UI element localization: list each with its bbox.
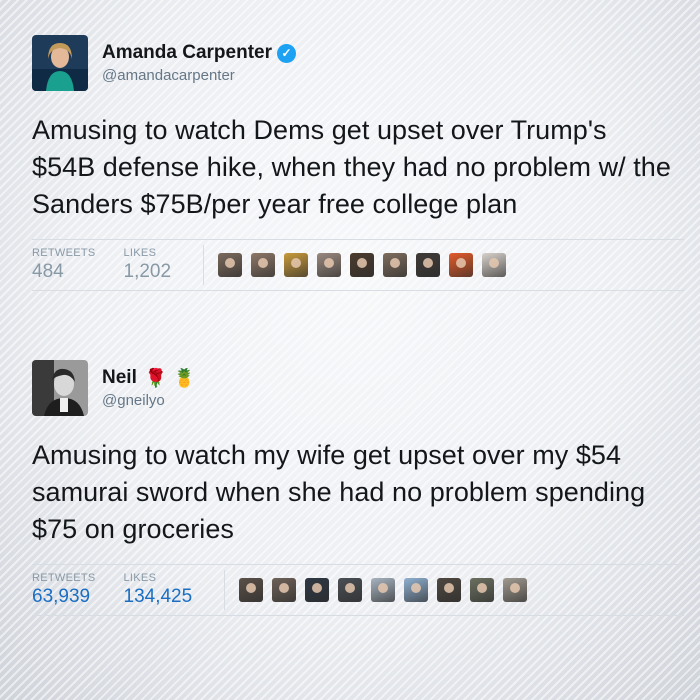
retweets-count: 63,939	[32, 586, 91, 607]
likers-avatars	[218, 253, 515, 277]
liker-avatar[interactable]	[482, 253, 507, 277]
avatar[interactable]	[32, 360, 88, 416]
liker-avatar[interactable]	[317, 253, 342, 277]
retweets-stat[interactable]: RETWEETS 63,939	[32, 572, 96, 608]
pineapple-icon: 🍍	[173, 367, 196, 388]
tweet-header: Neil 🌹 🍍 @gneilyo	[32, 357, 684, 419]
retweets-stat[interactable]: RETWEETS 484	[32, 247, 96, 283]
liker-avatar[interactable]	[404, 578, 429, 602]
tweet-card-amanda: Amanda Carpenter ✓ @amandacarpenter Amus…	[32, 32, 684, 291]
liker-avatar[interactable]	[437, 578, 462, 602]
stats-divider	[203, 245, 205, 285]
tweet-stats: RETWEETS 484 LIKES 1,202	[32, 239, 684, 291]
tweet-header: Amanda Carpenter ✓ @amandacarpenter	[32, 32, 684, 94]
tweet-text: Amusing to watch my wife get upset over …	[32, 440, 646, 544]
liker-avatar[interactable]	[284, 253, 309, 277]
liker-avatar[interactable]	[350, 253, 375, 277]
user-handle[interactable]: @gneilyo	[102, 392, 196, 409]
liker-avatar[interactable]	[416, 253, 441, 277]
liker-avatar[interactable]	[503, 578, 528, 602]
likes-stat[interactable]: LIKES 1,202	[124, 247, 172, 283]
liker-avatar[interactable]	[371, 578, 396, 602]
likers-avatars	[239, 578, 536, 602]
likes-count: 1,202	[123, 261, 172, 282]
verified-badge-icon: ✓	[277, 43, 296, 63]
tweet-stats: RETWEETS 63,939 LIKES 134,425	[32, 564, 684, 616]
retweets-count: 484	[32, 261, 64, 282]
likes-stat[interactable]: LIKES 134,425	[124, 572, 193, 608]
rose-icon: 🌹	[144, 367, 168, 388]
likes-label: LIKES	[123, 572, 157, 584]
likes-count: 134,425	[123, 586, 193, 607]
stats-divider	[224, 570, 226, 610]
user-handle[interactable]: @amandacarpenter	[102, 67, 296, 84]
retweets-label: RETWEETS	[32, 572, 96, 584]
liker-avatar[interactable]	[305, 578, 330, 602]
liker-avatar[interactable]	[470, 578, 495, 602]
tweet-card-neil: Neil 🌹 🍍 @gneilyo Amusing to watch my wi…	[32, 357, 684, 616]
tweet-text: Amusing to watch Dems get upset over Tru…	[32, 115, 671, 219]
liker-avatar[interactable]	[272, 578, 297, 602]
retweets-label: RETWEETS	[32, 247, 96, 259]
liker-avatar[interactable]	[449, 253, 474, 277]
display-name[interactable]: Neil	[102, 367, 137, 389]
liker-avatar[interactable]	[383, 253, 408, 277]
liker-avatar[interactable]	[218, 253, 243, 277]
display-name[interactable]: Amanda Carpenter	[102, 42, 272, 64]
liker-avatar[interactable]	[251, 253, 276, 277]
liker-avatar[interactable]	[239, 578, 264, 602]
likes-label: LIKES	[123, 247, 157, 259]
avatar[interactable]	[32, 35, 88, 91]
liker-avatar[interactable]	[338, 578, 363, 602]
